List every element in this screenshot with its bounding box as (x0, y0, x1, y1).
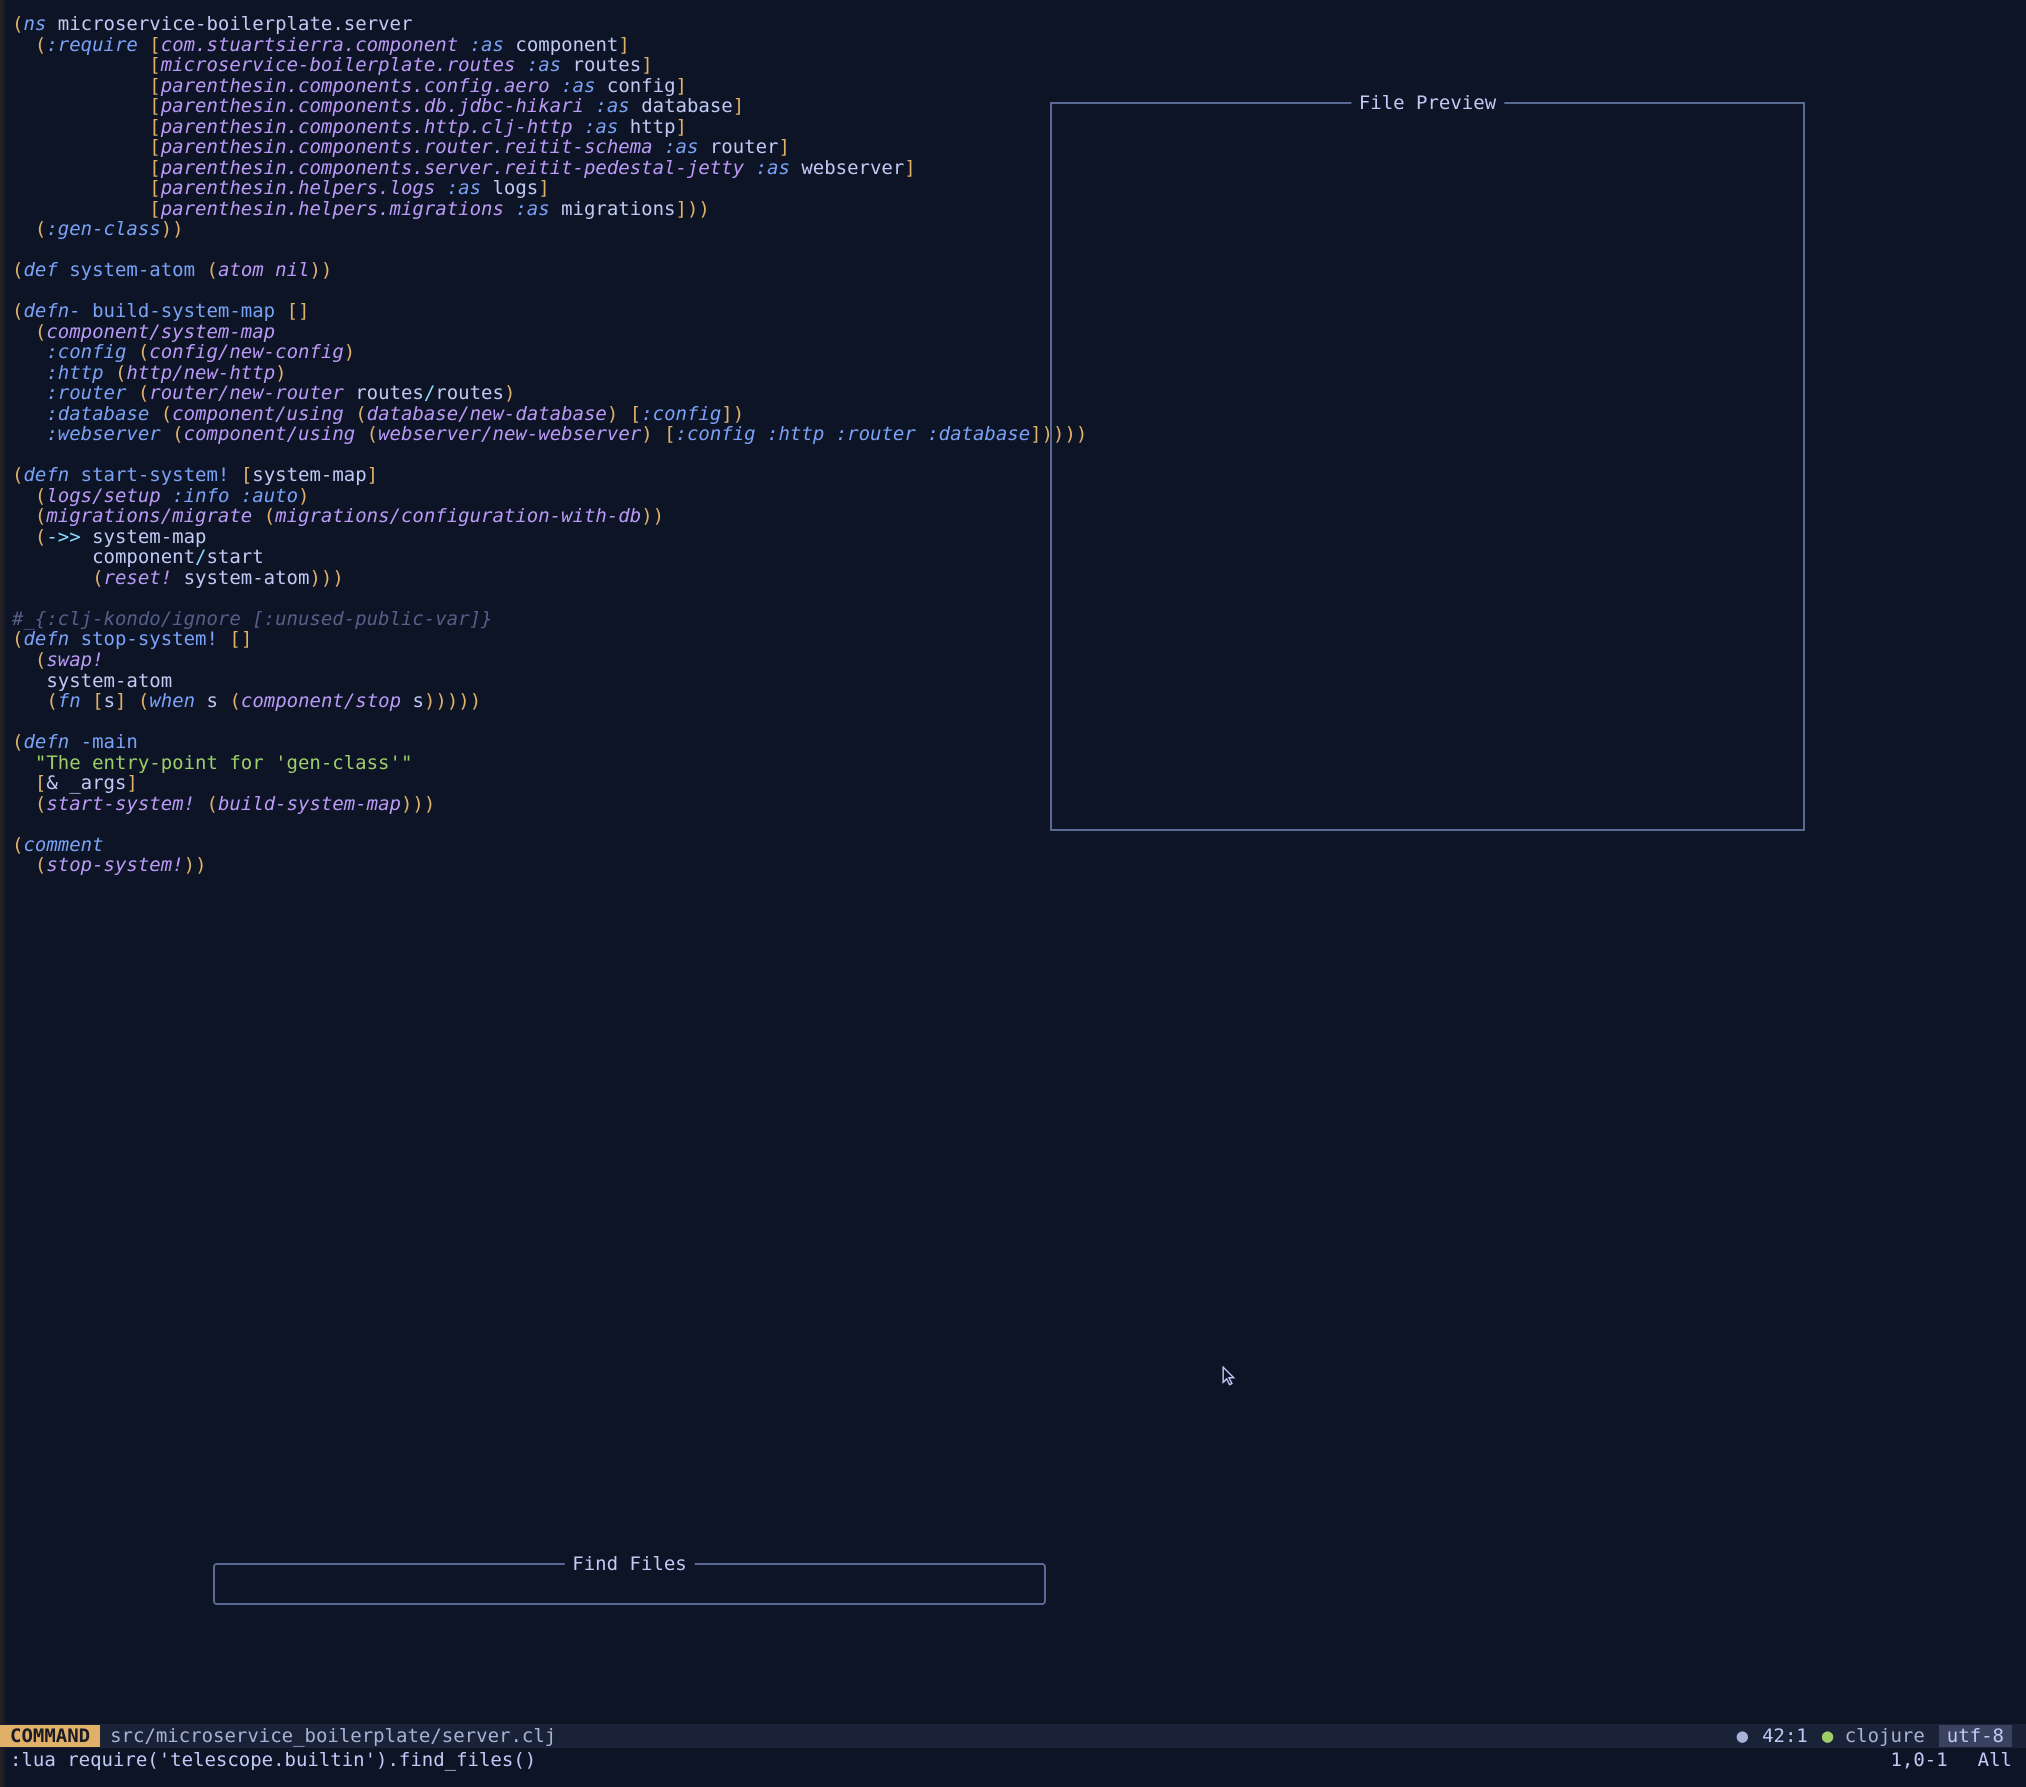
code-line: [parenthesin.components.http.clj-http :a… (12, 117, 1087, 138)
filetype-dot-icon: ● (1822, 1725, 1845, 1747)
code-line: :config (config/new-config) (12, 342, 1087, 363)
command-line[interactable]: :lua require('telescope.builtin').find_f… (0, 1748, 2026, 1772)
scroll-position: All (1978, 1749, 2026, 1771)
mode-indicator: COMMAND (0, 1725, 100, 1747)
code-line: :webserver (component/using (webserver/n… (12, 424, 1087, 445)
code-editor[interactable]: (ns microservice-boilerplate.server (:re… (12, 14, 1087, 876)
code-line: (:gen-class)) (12, 219, 1087, 240)
mouse-cursor-icon (1222, 1366, 1236, 1386)
code-line: (start-system! (build-system-map))) (12, 794, 1087, 815)
code-line (12, 240, 1087, 261)
code-line: [parenthesin.helpers.migrations :as migr… (12, 199, 1087, 220)
code-line: (component/system-map (12, 322, 1087, 343)
code-line: (comment (12, 835, 1087, 856)
code-line (12, 445, 1087, 466)
code-line: (reset! system-atom))) (12, 568, 1087, 589)
code-line: #_{:clj-kondo/ignore [:unused-public-var… (12, 609, 1087, 630)
code-line: [microservice-boilerplate.routes :as rou… (12, 55, 1087, 76)
left-edge-glow (0, 0, 7, 1787)
code-line (12, 712, 1087, 733)
code-line: (:require [com.stuartsierra.component :a… (12, 35, 1087, 56)
file-preview-title: File Preview (1351, 92, 1504, 114)
code-line: component/start (12, 547, 1087, 568)
file-preview-panel: File Preview (1050, 102, 1805, 831)
code-line: [parenthesin.components.db.jdbc-hikari :… (12, 96, 1087, 117)
code-line: (ns microservice-boilerplate.server (12, 14, 1087, 35)
code-line: [& _args] (12, 773, 1087, 794)
code-line: "The entry-point for 'gen-class'" (12, 753, 1087, 774)
code-line: (->> system-map (12, 527, 1087, 548)
code-line: (swap! (12, 650, 1087, 671)
code-line: (defn- build-system-map [] (12, 301, 1087, 322)
code-line: (def system-atom (atom nil)) (12, 260, 1087, 281)
code-line (12, 814, 1087, 835)
code-line: :database (component/using (database/new… (12, 404, 1087, 425)
code-line: (fn [s] (when s (component/stop s))))) (12, 691, 1087, 712)
code-line: [parenthesin.components.config.aero :as … (12, 76, 1087, 97)
code-line: [parenthesin.helpers.logs :as logs] (12, 178, 1087, 199)
code-line: (defn stop-system! [] (12, 629, 1087, 650)
line-col-indicator: 42:1 (1762, 1725, 1808, 1747)
code-line: :http (http/new-http) (12, 363, 1087, 384)
encoding-indicator: utf-8 (1939, 1725, 2012, 1747)
code-line: system-atom (12, 671, 1087, 692)
cursor-position: 1,0-1 (1890, 1749, 1977, 1771)
code-line: (defn start-system! [system-map] (12, 465, 1087, 486)
code-line: [parenthesin.components.server.reitit-pe… (12, 158, 1087, 179)
statusline: COMMAND src/microservice_boilerplate/ser… (0, 1724, 2026, 1748)
find-files-input[interactable] (215, 1565, 1044, 1603)
code-line: (defn -main (12, 732, 1087, 753)
code-line: (stop-system!)) (12, 855, 1087, 876)
code-line: :router (router/new-router routes/routes… (12, 383, 1087, 404)
filetype-indicator: clojure (1845, 1725, 1925, 1747)
dot-icon: ● (1737, 1725, 1748, 1747)
command-text: :lua require('telescope.builtin').find_f… (10, 1749, 536, 1771)
code-line (12, 281, 1087, 302)
code-line (12, 588, 1087, 609)
code-line: (migrations/migrate (migrations/configur… (12, 506, 1087, 527)
file-path: src/microservice_boilerplate/server.clj (100, 1725, 566, 1747)
code-line: [parenthesin.components.router.reitit-sc… (12, 137, 1087, 158)
find-files-prompt[interactable]: Find Files (213, 1563, 1046, 1605)
code-line: (logs/setup :info :auto) (12, 486, 1087, 507)
